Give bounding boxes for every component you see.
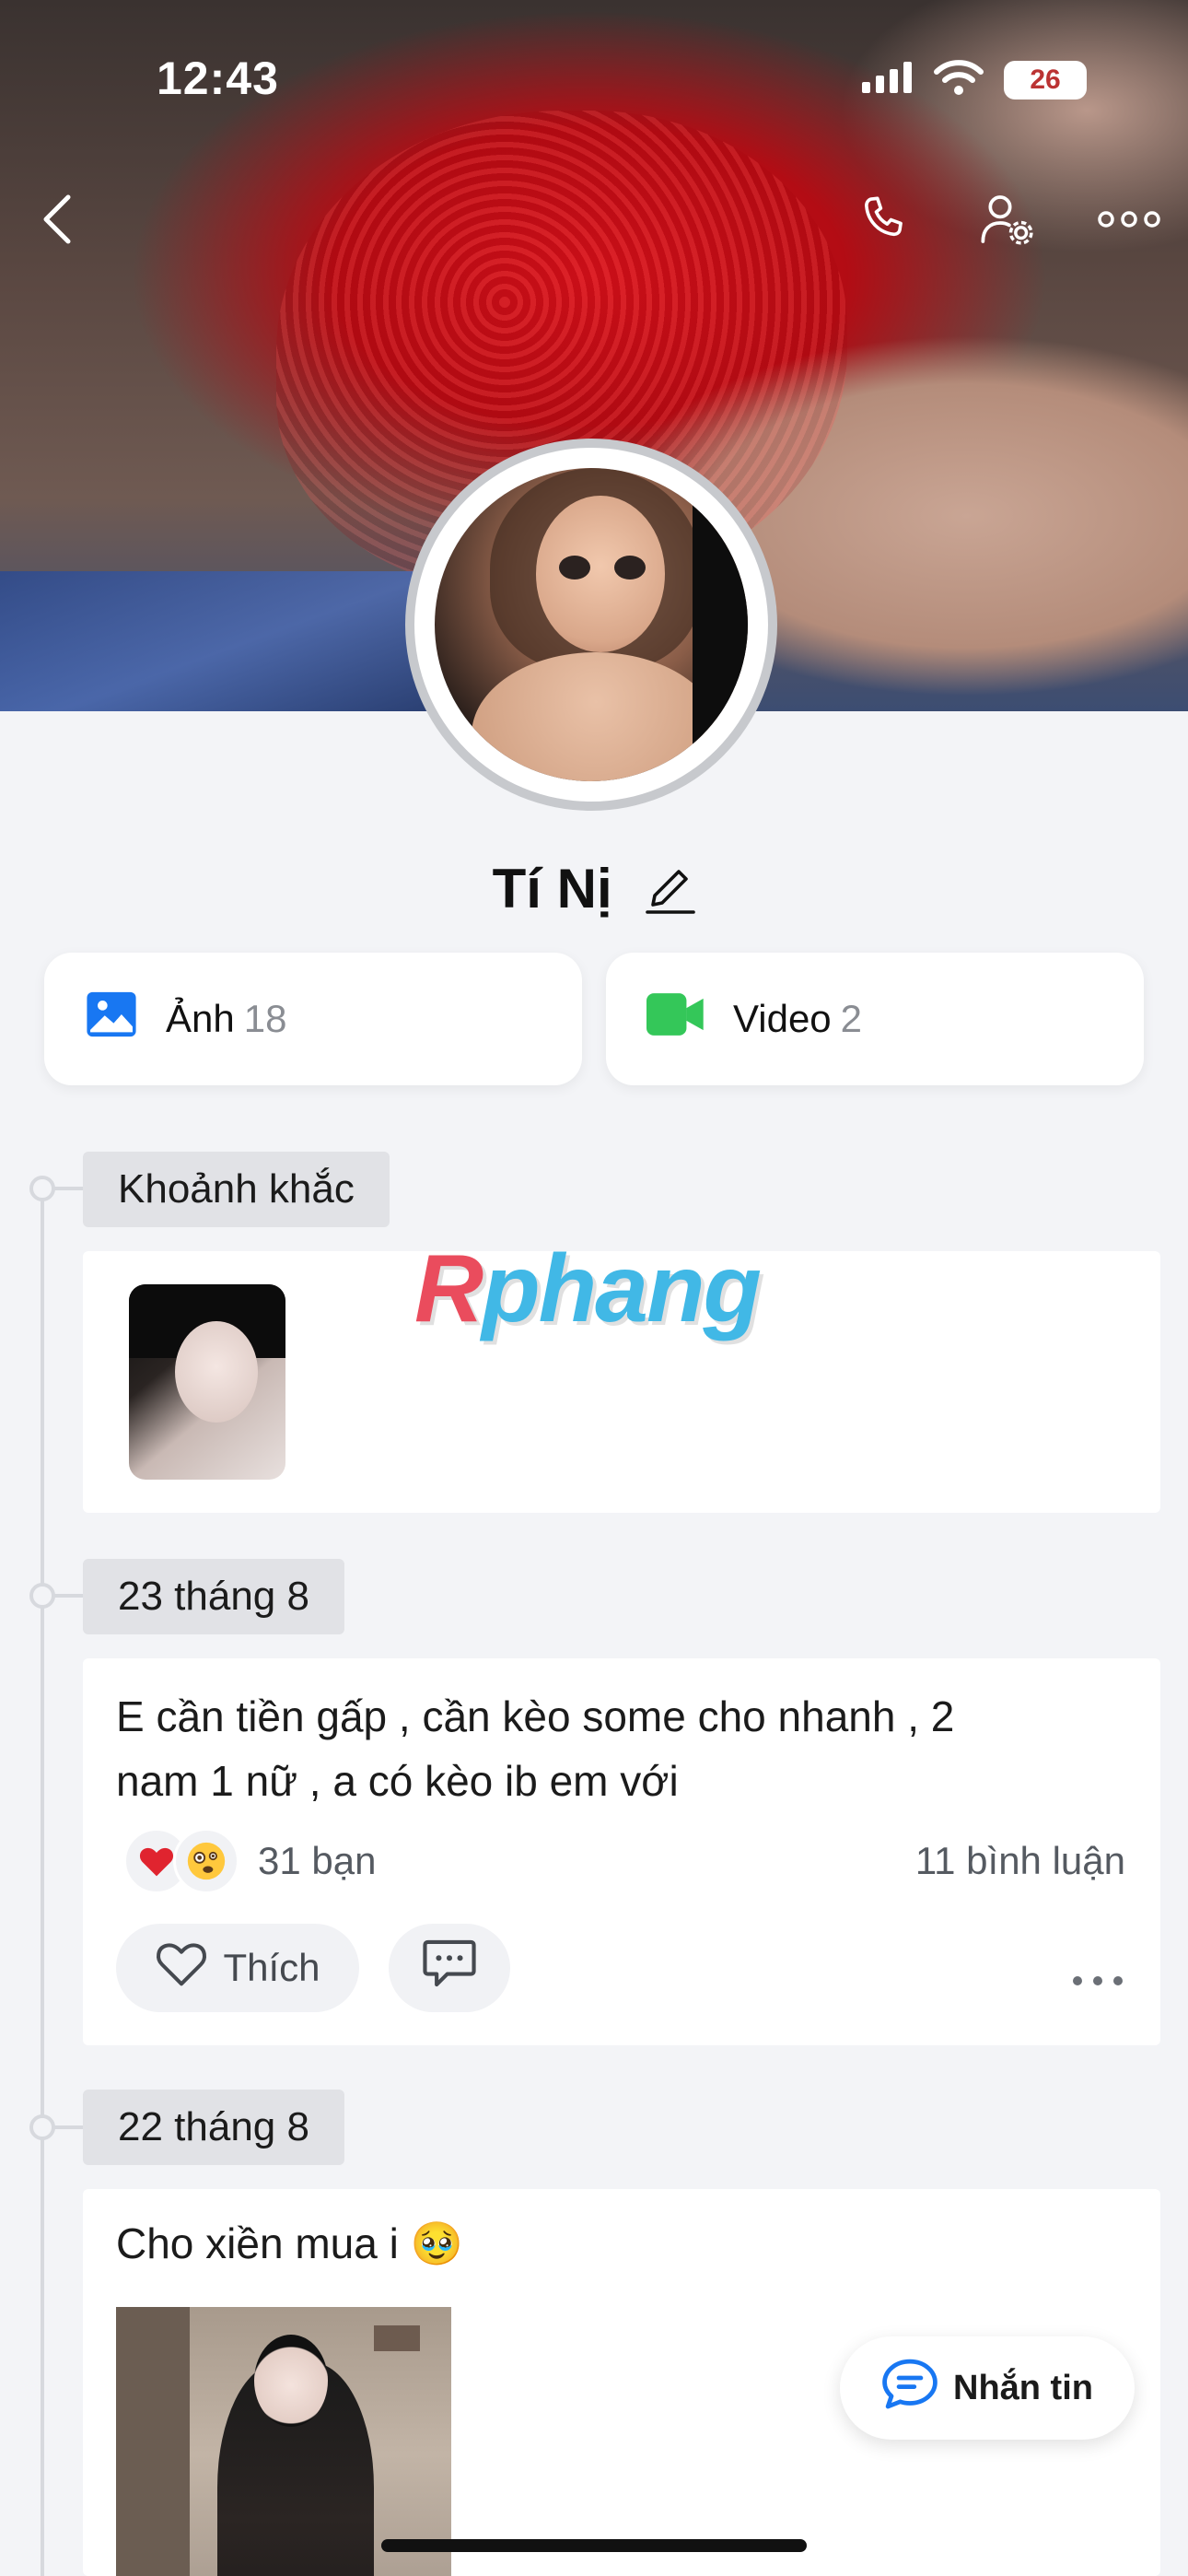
comment-icon	[422, 1938, 477, 1998]
surprised-reaction-icon	[173, 1828, 239, 1894]
avatar[interactable]	[405, 439, 777, 811]
videos-label-group: Video 2	[733, 997, 862, 1041]
status-time: 12:43	[157, 53, 279, 104]
watermark-logo: Rphang	[414, 1235, 762, 1344]
profile-name: Tí Nị	[492, 858, 612, 919]
avatar-body-decor	[472, 652, 720, 781]
timeline-dot	[29, 2114, 55, 2140]
avatar-image	[435, 468, 748, 781]
comments-count[interactable]: 11 bình luận	[915, 1839, 1125, 1883]
post-card: E cần tiền gấp , cần kèo some cho nhanh …	[83, 1658, 1160, 2045]
battery-indicator: 26	[1004, 60, 1087, 100]
profile-name-row: Tí Nị	[0, 857, 1188, 927]
photos-card[interactable]: Ảnh 18	[44, 953, 582, 1085]
post-text: E cần tiền gấp , cần kèo some cho nhanh …	[116, 1684, 954, 1813]
reactions-summary[interactable]: 31 bạn	[123, 1828, 376, 1894]
photo-head-decor	[254, 2335, 328, 2427]
video-icon	[646, 990, 705, 1048]
timeline-tick	[53, 1187, 85, 1190]
post-more-button[interactable]	[1072, 1942, 1124, 1999]
reaction-count: 31 bạn	[258, 1839, 377, 1882]
videos-card[interactable]: Video 2	[606, 953, 1144, 1085]
photos-label-group: Ảnh 18	[166, 997, 286, 1041]
more-options-button[interactable]	[1092, 184, 1166, 258]
message-button[interactable]: Nhắn tin	[840, 2336, 1135, 2440]
signal-icon	[862, 62, 914, 98]
status-icons: 26	[862, 59, 1087, 100]
watermark-r: R	[414, 1235, 483, 1342]
avatar-border	[414, 448, 768, 802]
post-text: Cho xiền mua i 🥹	[116, 2219, 463, 2267]
home-indicator	[381, 2539, 807, 2552]
phone-icon	[856, 191, 913, 252]
profile-settings-button[interactable]	[971, 184, 1044, 258]
timeline-tick	[53, 1594, 85, 1598]
photo-icon	[85, 988, 138, 1050]
photos-count: 18	[243, 997, 287, 1040]
back-button[interactable]	[20, 184, 94, 258]
post-date-chip: 22 tháng 8	[83, 2090, 344, 2165]
timeline-dot	[29, 1583, 55, 1609]
like-label: Thích	[223, 1946, 320, 1989]
timeline-tick	[53, 2125, 85, 2129]
avatar-dark-decor	[693, 468, 748, 781]
avatar-face-decor	[536, 496, 665, 652]
moment-thumbnail[interactable]	[129, 1284, 285, 1480]
watermark-rest: phang	[482, 1235, 762, 1342]
back-icon	[41, 193, 74, 250]
call-button[interactable]	[847, 184, 921, 258]
videos-count: 2	[840, 997, 863, 1040]
comment-button[interactable]	[389, 1924, 510, 2012]
more-icon	[1097, 210, 1161, 233]
heart-icon	[155, 1939, 208, 1996]
timeline-dot	[29, 1176, 55, 1201]
status-bar: 12:43 26	[0, 0, 1188, 138]
avatar-eye-decor	[614, 556, 646, 580]
avatar-eye-decor	[559, 556, 590, 580]
post-date-chip: 23 tháng 8	[83, 1559, 344, 1634]
post-text-line: nam 1 nữ , a có kèo ib em với	[116, 1757, 679, 1805]
post-text-line: E cần tiền gấp , cần kèo some cho nhanh …	[116, 1692, 955, 1740]
moments-chip: Khoảnh khắc	[83, 1152, 390, 1227]
like-button[interactable]: Thích	[116, 1924, 359, 2012]
videos-label: Video	[733, 997, 832, 1040]
message-label: Nhắn tin	[953, 2368, 1093, 2407]
photo-sign-decor	[374, 2325, 420, 2351]
chat-icon	[881, 2357, 938, 2419]
post-photo[interactable]	[116, 2307, 451, 2576]
photo-door-decor	[116, 2307, 190, 2576]
photos-label: Ảnh	[166, 997, 235, 1040]
wifi-icon	[934, 59, 984, 100]
edit-icon[interactable]	[644, 859, 696, 927]
user-settings-icon	[978, 190, 1037, 253]
moment-face-decor	[175, 1321, 258, 1423]
timeline-line	[41, 1188, 44, 2576]
